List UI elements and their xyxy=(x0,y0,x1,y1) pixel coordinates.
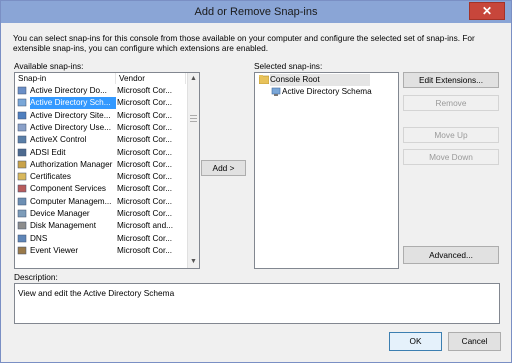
snapin-vendor: Microsoft Cor... xyxy=(117,135,173,145)
snapin-name: Event Viewer xyxy=(30,245,79,255)
dialog-window: Add or Remove Snap-ins ✕ You can select … xyxy=(0,0,512,363)
snapin-vendor: Microsoft Cor... xyxy=(117,110,173,120)
ok-button[interactable]: OK xyxy=(389,332,442,351)
snapin-name: Active Directory Site... xyxy=(30,110,111,120)
snapin-row[interactable]: Active Directory Do... Microsoft Cor... xyxy=(15,85,187,97)
column-header-vendor[interactable]: Vendor xyxy=(116,73,186,84)
snapin-row[interactable]: Disk Management Microsoft and... xyxy=(15,220,187,232)
remove-button[interactable]: Remove xyxy=(403,95,499,111)
snapin-row[interactable]: Certificates Microsoft Cor... xyxy=(15,171,187,183)
snapin-name: Active Directory Sch... xyxy=(30,97,116,110)
cancel-button[interactable]: Cancel xyxy=(448,332,501,351)
description-box: View and edit the Active Directory Schem… xyxy=(14,283,500,324)
snapin-vendor: Microsoft Cor... xyxy=(117,196,173,206)
snapin-row[interactable]: Active Directory Site... Microsoft Cor... xyxy=(15,110,187,122)
snapin-row[interactable]: Event Viewer Microsoft Cor... xyxy=(15,245,187,257)
disk-management-icon xyxy=(17,222,27,230)
snapin-name: Authorization Manager xyxy=(30,159,113,169)
snapin-row[interactable]: Component Services Microsoft Cor... xyxy=(15,183,187,195)
snapin-vendor: Microsoft Cor... xyxy=(117,172,173,182)
authorization-manager-icon xyxy=(17,160,27,169)
activex-icon xyxy=(17,135,27,144)
dns-icon xyxy=(17,234,27,242)
event-viewer-icon xyxy=(17,246,27,255)
adsi-edit-icon xyxy=(17,148,27,156)
snapin-row[interactable]: Device Manager Microsoft Cor... xyxy=(15,208,187,220)
ad-users-icon xyxy=(17,123,27,132)
snapin-name: Active Directory Use... xyxy=(30,122,111,132)
snapin-name: Component Services xyxy=(30,184,106,194)
intro-text: You can select snap-ins for this console… xyxy=(13,33,475,53)
scroll-down-arrow-icon[interactable]: ▼ xyxy=(188,256,199,268)
dialog-body: You can select snap-ins for this console… xyxy=(5,23,507,358)
ad-schema-icon xyxy=(17,99,27,107)
advanced-button[interactable]: Advanced... xyxy=(403,246,499,264)
scroll-up-arrow-icon[interactable]: ▲ xyxy=(188,73,199,85)
snapin-name: ADSI Edit xyxy=(30,147,66,157)
scroll-thumb[interactable]: — — — xyxy=(190,112,197,125)
ad-schema-icon xyxy=(271,87,281,96)
snapin-vendor: Microsoft and... xyxy=(117,221,173,231)
snapin-vendor: Microsoft Cor... xyxy=(117,233,173,243)
tree-item-console-root[interactable]: Console Root xyxy=(257,74,377,86)
dialog-title: Add or Remove Snap-ins xyxy=(194,6,318,18)
snapin-vendor: Microsoft Cor... xyxy=(117,209,173,218)
available-snapins-label: Available snap-ins: xyxy=(14,61,84,71)
snapin-name: DNS xyxy=(30,233,48,243)
close-button[interactable]: ✕ xyxy=(469,2,505,20)
snapin-row[interactable]: DNS Microsoft Cor... xyxy=(15,233,187,245)
folder-icon xyxy=(259,75,269,84)
available-snapins-list[interactable]: Snap-in Vendor Active Directory Do... Mic… xyxy=(14,72,200,269)
certificates-icon xyxy=(17,172,27,181)
snapin-vendor: Microsoft Cor... xyxy=(117,98,173,108)
computer-management-icon xyxy=(17,197,27,205)
snapin-row[interactable]: Computer Managem... Microsoft Cor... xyxy=(15,196,187,208)
edit-extensions-button[interactable]: Edit Extensions... xyxy=(403,72,499,88)
snapin-row[interactable]: Active Directory Use... Microsoft Cor... xyxy=(15,122,187,134)
selected-snapins-tree[interactable]: Console Root Active Directory Schema xyxy=(254,72,399,269)
snapin-vendor: Microsoft Cor... xyxy=(117,86,173,95)
device-manager-icon xyxy=(17,209,27,218)
snapin-name: Disk Management xyxy=(30,221,96,231)
snapin-name: ActiveX Control xyxy=(30,135,87,145)
snapin-vendor: Microsoft Cor... xyxy=(117,122,173,132)
snapin-row[interactable]: Active Directory Sch... Microsoft Cor... xyxy=(15,97,187,110)
snapin-name: Computer Managem... xyxy=(30,196,112,206)
add-button[interactable]: Add > xyxy=(201,160,246,176)
snapin-name: Active Directory Do... xyxy=(30,86,107,95)
tree-item-ad-schema[interactable]: Active Directory Schema xyxy=(269,86,395,98)
snapin-vendor: Microsoft Cor... xyxy=(117,147,173,157)
description-label: Description: xyxy=(14,272,58,282)
snapin-vendor: Microsoft Cor... xyxy=(117,245,173,255)
snapin-row[interactable]: ActiveX Control Microsoft Cor... xyxy=(15,134,187,146)
snapin-name: Device Manager xyxy=(30,209,90,218)
title-bar[interactable]: Add or Remove Snap-ins ✕ xyxy=(1,1,511,23)
move-up-button[interactable]: Move Up xyxy=(403,127,499,143)
ad-domains-icon xyxy=(17,86,27,95)
ad-schema-label: Active Directory Schema xyxy=(282,87,372,96)
snapin-row[interactable]: Authorization Manager Microsoft Cor... xyxy=(15,159,187,171)
snapin-row[interactable]: ADSI Edit Microsoft Cor... xyxy=(15,147,187,159)
component-services-icon xyxy=(17,185,27,193)
ad-sites-icon xyxy=(17,111,27,119)
move-down-button[interactable]: Move Down xyxy=(403,149,499,165)
snapin-name: Certificates xyxy=(30,172,71,182)
vertical-scrollbar[interactable]: ▲ — — — ▼ xyxy=(187,73,199,268)
console-root-label: Console Root xyxy=(270,74,370,86)
snapin-vendor: Microsoft Cor... xyxy=(117,159,173,169)
column-header-snapin[interactable]: Snap-in xyxy=(15,73,116,84)
selected-snapins-label: Selected snap-ins: xyxy=(254,61,323,71)
snapin-vendor: Microsoft Cor... xyxy=(117,184,173,194)
